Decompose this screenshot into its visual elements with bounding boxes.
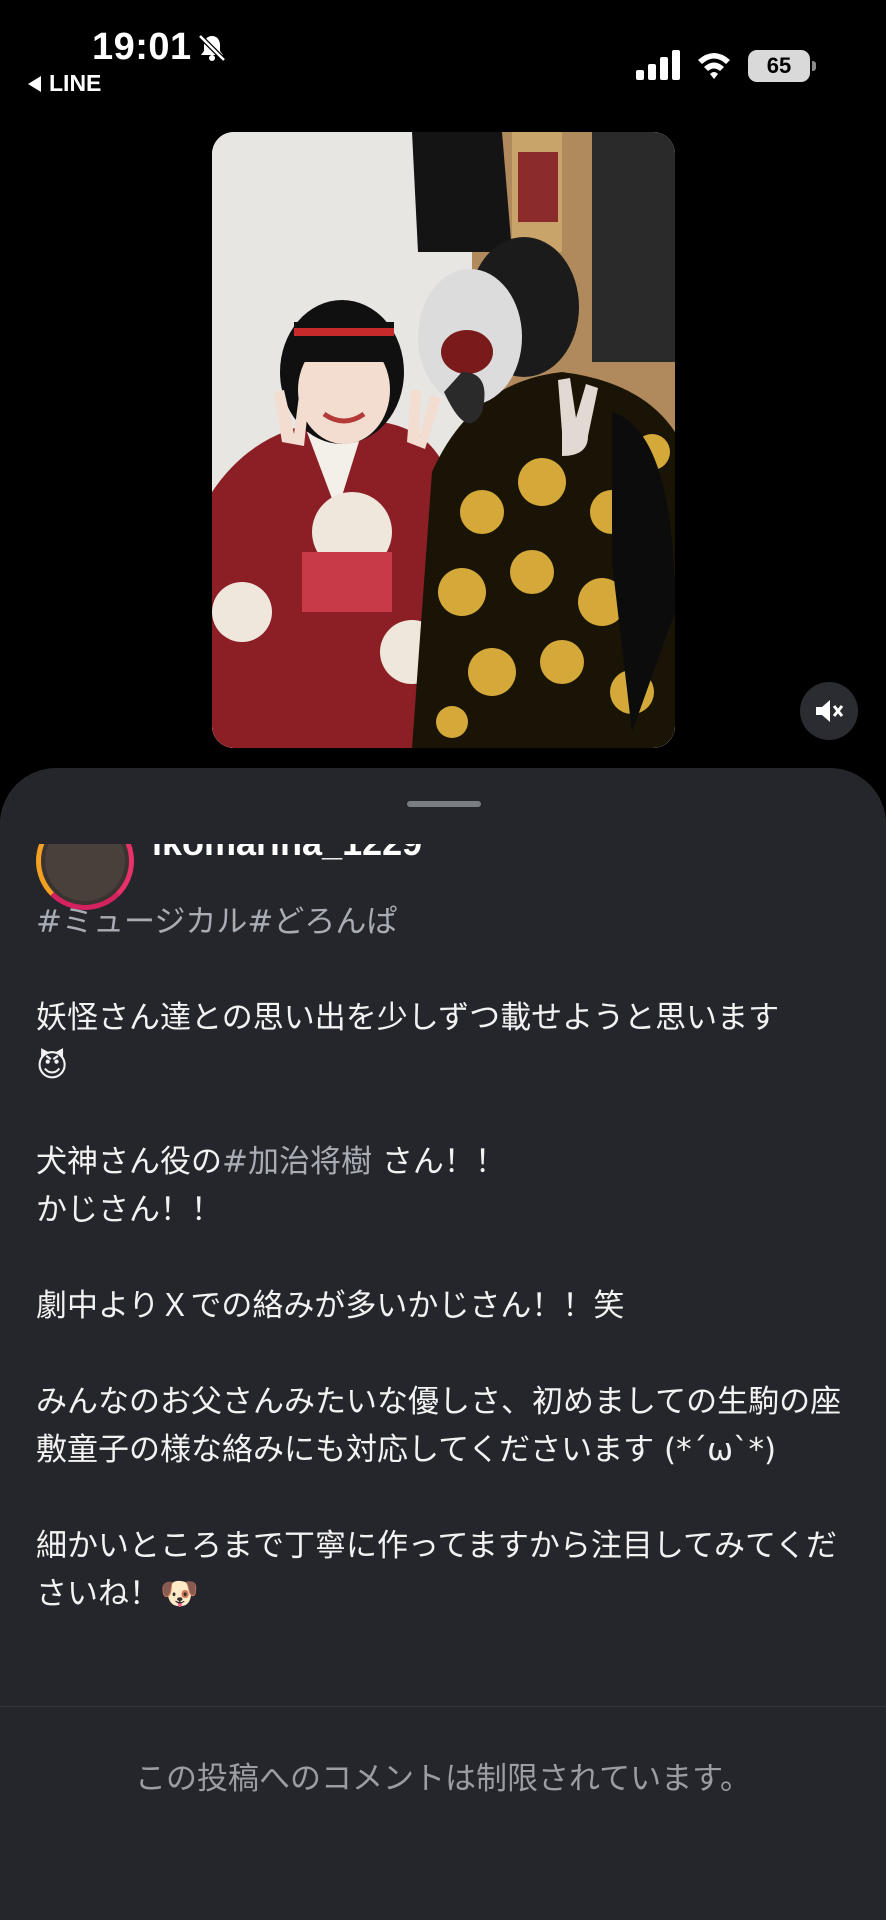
caption-p2-after: さん！！ [371, 1144, 506, 1180]
wifi-icon [698, 53, 730, 79]
battery-level: 65 [766, 53, 792, 78]
bell-off-icon [198, 34, 226, 62]
caption-paragraph-4: みんなのお父さんみたいな優しさ、初めましての生駒の座敷童子の様な絡みにも対応して… [36, 1384, 842, 1468]
caption-paragraph-3: 劇中よりＸでの絡みが多いかじさん！！笑 [36, 1288, 625, 1324]
photo-illustration [212, 132, 675, 748]
back-arrow-icon [28, 75, 41, 92]
mute-button[interactable] [800, 682, 858, 740]
mute-icon [816, 700, 844, 722]
screen: 19:01 LINE 65 #ミュージカル#どろんぱ 妖怪さん達との思い出を少し… [0, 0, 886, 1920]
status-time: 19:01 [92, 26, 192, 68]
hashtag-links[interactable]: #ミュージカル#どろんぱ [36, 904, 397, 940]
grab-handle[interactable] [407, 801, 481, 807]
post-photo[interactable] [212, 132, 675, 748]
back-app-label: LINE [49, 70, 102, 96]
devil-emoji: 😈 [36, 1048, 69, 1084]
caption-paragraph-5: 細かいところまで丁寧に作ってますから注目してみてくださいね！ [36, 1528, 838, 1612]
caption-p2-line2: かじさん！！ [36, 1192, 222, 1228]
caption-paragraph-1: 妖怪さん達との思い出を少しずつ載せようと思います [36, 1000, 780, 1036]
caption-p2-before: 犬神さん役の [36, 1144, 222, 1180]
dog-emoji: 🐶 [160, 1576, 199, 1612]
comments-restricted-notice: この投稿へのコメントは制限されています。 [135, 1761, 751, 1797]
scroll-mask [0, 812, 886, 844]
hashtag-kaji[interactable]: #加治将樹 [222, 1144, 372, 1180]
divider [0, 1706, 886, 1707]
signal-icon [636, 50, 680, 80]
battery-icon: 65 [748, 50, 816, 82]
post-detail-sheet[interactable]: ikomarina_1229 #ミュージカル#どろんぱ 妖怪さん達との思い出を少… [0, 768, 886, 1920]
post-caption: #ミュージカル#どろんぱ 妖怪さん達との思い出を少しずつ載せようと思います 😈 … [36, 898, 856, 1618]
back-to-app-link[interactable]: LINE [28, 70, 101, 97]
